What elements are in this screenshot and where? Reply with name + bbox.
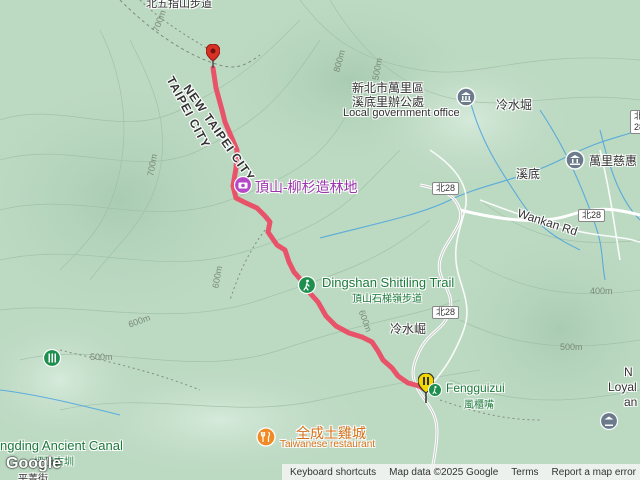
contour-label: 500m bbox=[560, 342, 583, 352]
camera-icon bbox=[234, 176, 252, 194]
restaurant-label-en: Taiwanese restaurant bbox=[280, 439, 376, 450]
loyal-label-3: an bbox=[624, 395, 638, 409]
road-shield-bei28: 北28 bbox=[432, 306, 460, 319]
temple-icon bbox=[565, 150, 585, 170]
fengguizui-label-en: Fengguizui bbox=[446, 381, 505, 395]
trail-label-en: Dingshan Shitiling Trail bbox=[322, 275, 455, 290]
lengshuijue-label: 冷水堀 bbox=[496, 98, 533, 112]
restaurant-icon bbox=[256, 427, 276, 447]
start-marker[interactable] bbox=[206, 44, 220, 68]
fengguizui-label-zh: 風櫃嘴 bbox=[464, 400, 494, 411]
dingshan-forest-label: 頂山-柳杉造林地 bbox=[255, 179, 358, 195]
hiker-icon bbox=[428, 383, 442, 397]
report-error-link[interactable]: Report a map error bbox=[552, 467, 636, 478]
hiker-poi-west[interactable] bbox=[43, 349, 61, 367]
google-logo-text: Google bbox=[6, 455, 62, 472]
trail-label-zh: 頂山石梯嶺步道 bbox=[352, 294, 422, 305]
government-building-icon bbox=[456, 87, 476, 107]
contour-label: 500m bbox=[90, 352, 113, 362]
hiker-icon bbox=[298, 276, 316, 294]
keyboard-shortcuts-link[interactable]: Keyboard shortcuts bbox=[290, 467, 376, 478]
hiker-icon bbox=[43, 349, 61, 367]
contour-label: 400m bbox=[590, 286, 613, 296]
dingshan-forest-poi[interactable]: 頂山-柳杉造林地 bbox=[234, 175, 364, 195]
attribution-bar: Keyboard shortcuts Map data ©2025 Google… bbox=[282, 464, 640, 480]
temple-icon bbox=[600, 412, 618, 430]
wanli-temple-label: 萬里慈惠 bbox=[589, 154, 638, 168]
fengguizui-poi[interactable]: Fengguizui 風櫃嘴 bbox=[428, 380, 518, 411]
loyal-label-2: Loyal bbox=[608, 380, 637, 394]
road-shield-bei28: 北28 bbox=[578, 209, 606, 222]
google-logo[interactable]: Google bbox=[6, 455, 61, 473]
dingshan-trail-poi[interactable]: Dingshan Shitiling Trail 頂山石梯嶺步道 bbox=[298, 274, 478, 305]
map-data-text: Map data ©2025 Google bbox=[389, 466, 499, 478]
loyal-label-1: N bbox=[624, 365, 633, 379]
terms-link[interactable]: Terms bbox=[511, 467, 538, 478]
trail-label-top[interactable]: 北五指山步道 bbox=[146, 0, 212, 11]
map-pin-icon bbox=[206, 44, 220, 68]
canal-label-en: ngding Ancient Canal bbox=[0, 438, 123, 453]
terrain-layer bbox=[0, 0, 640, 480]
loyal-poi[interactable] bbox=[600, 412, 618, 430]
lengshuikeng-label: 冷水崛 bbox=[390, 322, 427, 336]
road-shield-bei28: 北28 bbox=[630, 110, 640, 134]
road-shield-bei28: 北28 bbox=[432, 182, 460, 195]
restaurant-poi[interactable]: 全成土雞城 Taiwanese restaurant bbox=[256, 424, 436, 454]
wanli-temple-poi[interactable]: 萬里慈惠 bbox=[565, 150, 640, 170]
gov-office-poi[interactable] bbox=[456, 87, 476, 107]
gov-office-label-en: Local government office bbox=[343, 107, 460, 119]
map-canvas[interactable]: 800m 700m 600m 500m 600m 500m 600m 500m … bbox=[0, 0, 640, 480]
xidi-label: 溪底 bbox=[516, 167, 541, 181]
